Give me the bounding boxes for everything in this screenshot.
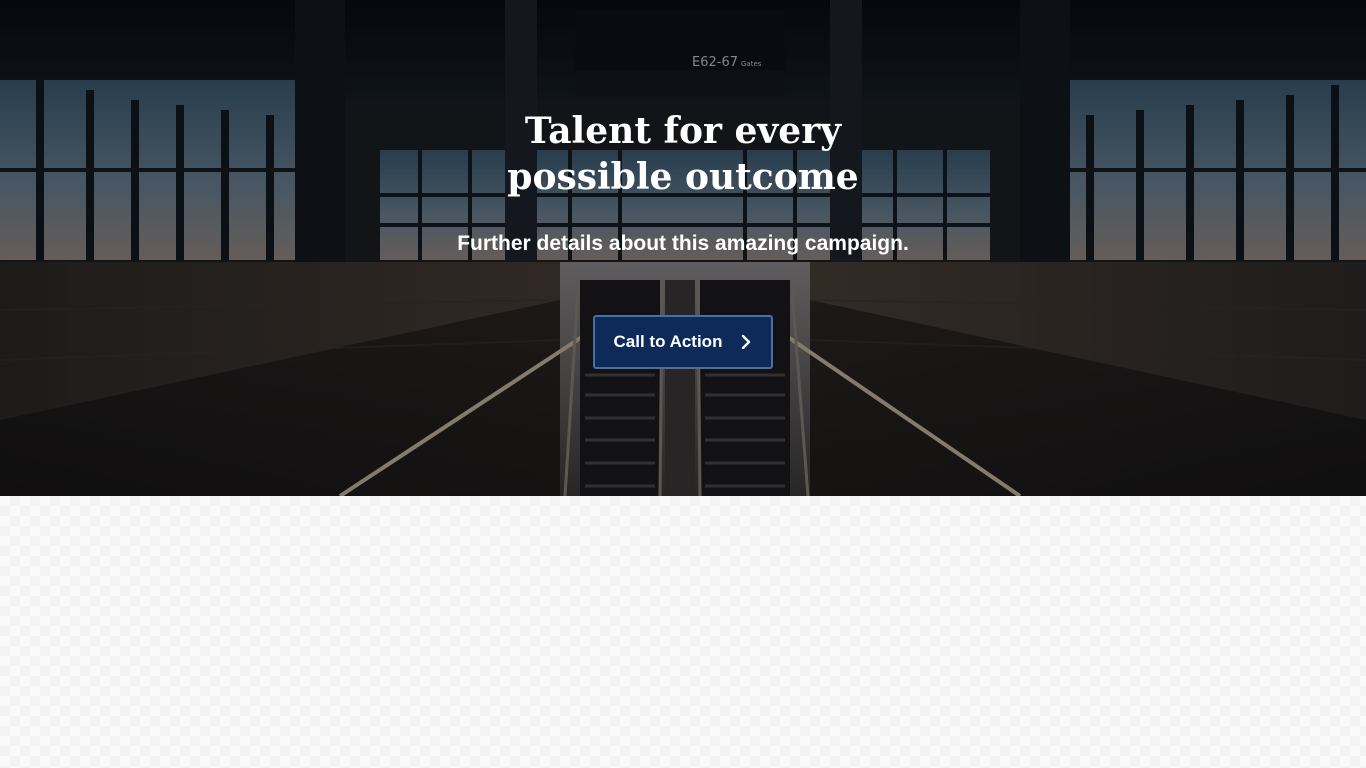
hero-title-line-1: Talent for every	[524, 110, 842, 152]
hero-banner: E62-67 Gates Talent for every possible o…	[0, 0, 1366, 496]
page: E62-67 Gates Talent for every possible o…	[0, 0, 1366, 768]
empty-content-area	[0, 496, 1366, 768]
chevron-right-icon	[742, 335, 751, 349]
hero-title: Talent for every possible outcome	[383, 108, 983, 200]
hero-subtitle: Further details about this amazing campa…	[457, 232, 909, 255]
cta-label: Call to Action	[613, 332, 723, 351]
hero-title-line-2: possible outcome	[507, 156, 859, 198]
hero-content: Talent for every possible outcome Furthe…	[0, 0, 1366, 496]
call-to-action-button[interactable]: Call to Action	[593, 315, 773, 369]
